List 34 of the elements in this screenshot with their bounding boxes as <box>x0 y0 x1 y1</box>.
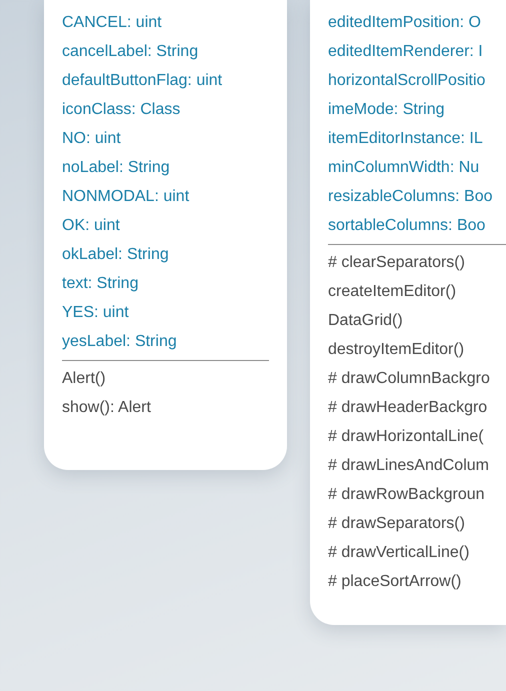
operation-text: DataGrid() <box>328 311 404 331</box>
attribute-text: horizontalScrollPositio <box>328 71 486 91</box>
attribute-text: defaultButtonFlag: uint <box>62 71 224 91</box>
attribute-text: editedItemRenderer: I <box>328 42 484 62</box>
operation-text: # drawVerticalLine() <box>328 543 470 563</box>
attribute-text: editedItemPosition: O <box>328 13 482 33</box>
operation-text: Alert() <box>62 369 107 389</box>
attribute-text: sortableColumns: Boo <box>328 216 486 236</box>
attribute-text: cancelLabel: String <box>62 42 200 62</box>
attribute-text: iconClass: Class <box>62 100 182 120</box>
attribute-text: NO: uint <box>62 129 122 149</box>
operation-text: destroyItemEditor() <box>328 340 466 360</box>
operation-text: createItemEditor() <box>328 282 458 302</box>
operation-text: # placeSortArrow() <box>328 572 462 592</box>
attribute-text: resizableColumns: Boo <box>328 187 494 207</box>
attribute-text: YES: uint <box>62 303 130 323</box>
attribute-text: okLabel: String <box>62 245 170 265</box>
operation-text: # drawLinesAndColum <box>328 456 490 476</box>
operation-text: show(): Alert <box>62 398 152 418</box>
attribute-text: yesLabel: String <box>62 332 178 352</box>
attribute-text: noLabel: String <box>62 158 171 178</box>
attribute-text: NONMODAL: uint <box>62 187 190 207</box>
operation-text: # drawSeparators() <box>328 514 466 534</box>
operation-text: # drawRowBackgroun <box>328 485 486 505</box>
attribute-text: minColumnWidth: Nu <box>328 158 480 178</box>
operation-text: # drawColumnBackgro <box>328 369 491 389</box>
operation-text: # drawHeaderBackgro <box>328 398 488 418</box>
attribute-text: imeMode: String <box>328 100 446 120</box>
operation-text: # drawHorizontalLine( <box>328 427 485 447</box>
attribute-text: itemEditorInstance: IL <box>328 129 484 149</box>
attribute-text: text: String <box>62 274 140 294</box>
operation-text: # clearSeparators() <box>328 253 466 273</box>
attribute-text: OK: uint <box>62 216 121 236</box>
attribute-text: CANCEL: uint <box>62 13 163 33</box>
